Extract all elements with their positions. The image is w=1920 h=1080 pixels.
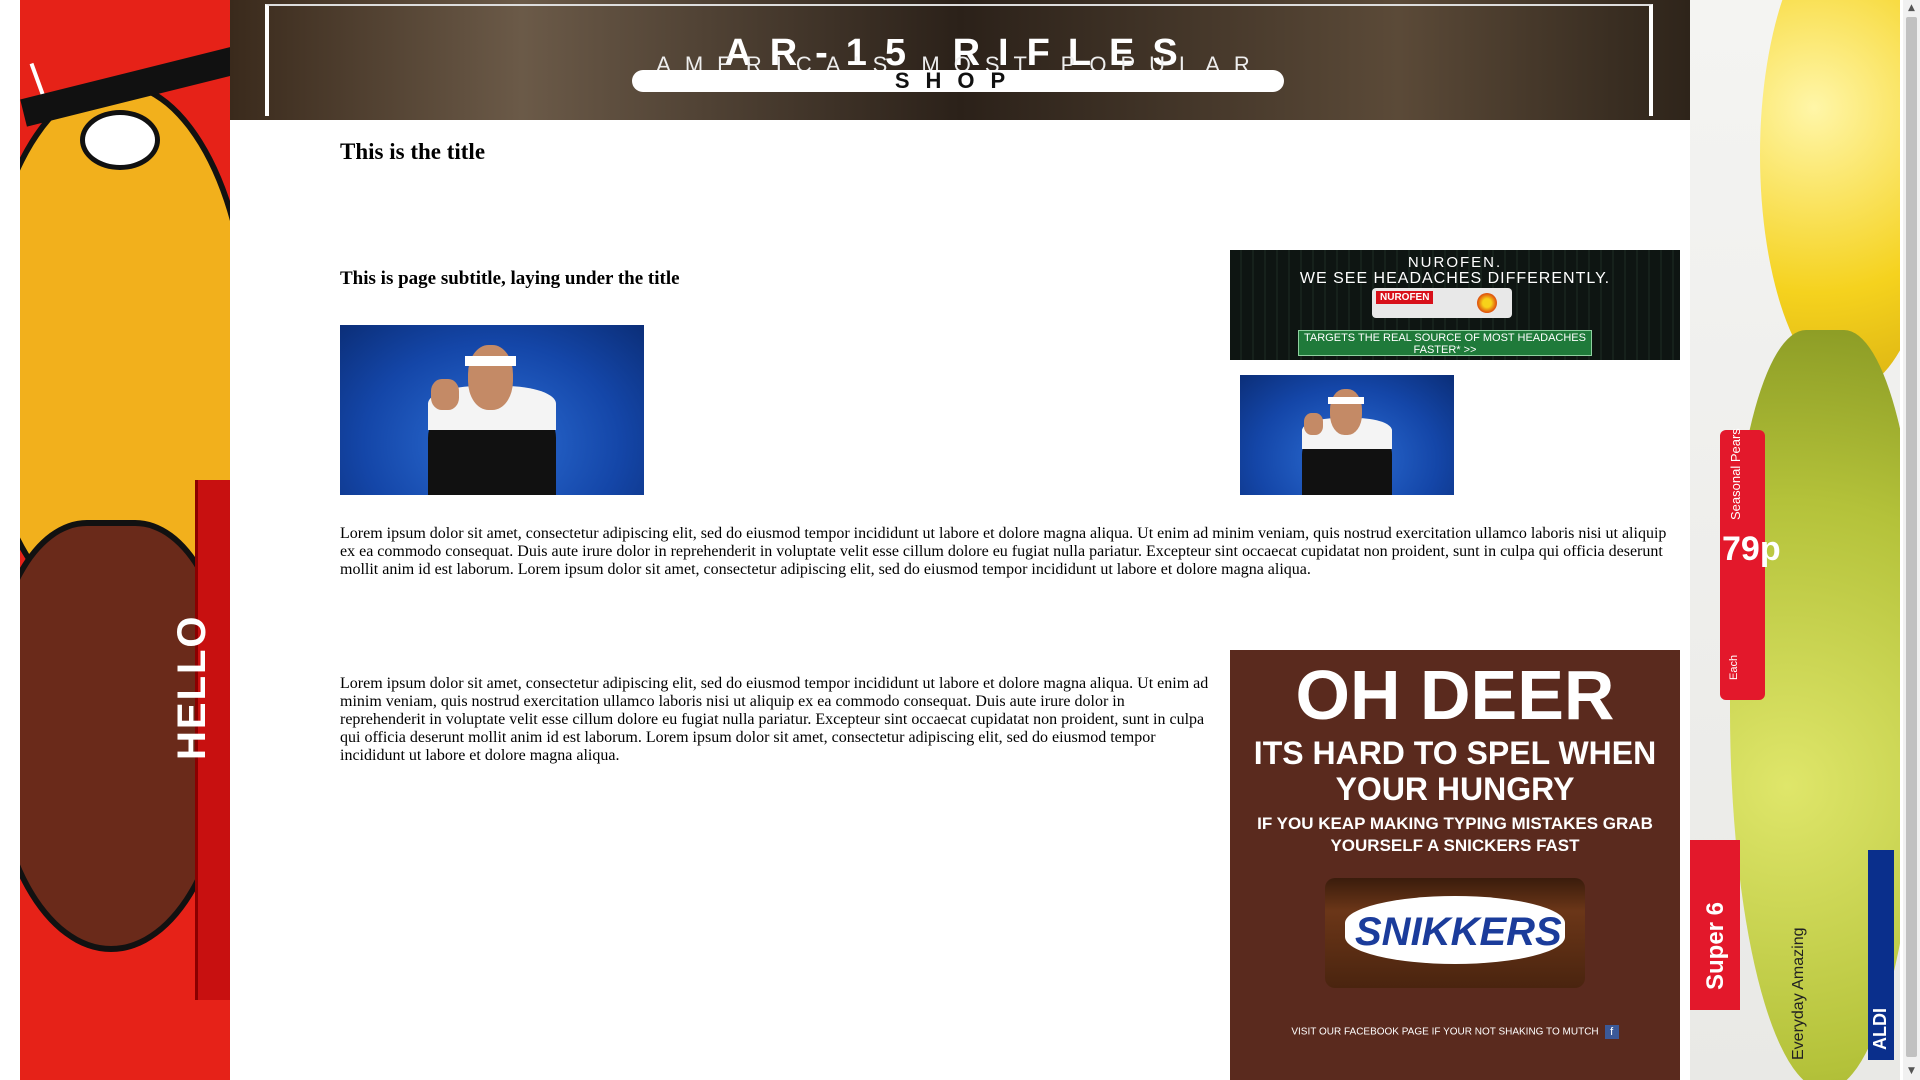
target-icon bbox=[1477, 293, 1497, 313]
nurofen-cta-button[interactable]: TARGETS THE REAL SOURCE OF MOST HEADACHE… bbox=[1298, 330, 1592, 356]
aldi-tagline: Everyday Amazing bbox=[1790, 927, 1807, 1060]
tennis-player-photo-small bbox=[1240, 375, 1454, 495]
snickers-ad[interactable]: OH DEER ITS HARD TO SPEL WHEN YOUR HUNGR… bbox=[1230, 650, 1680, 1080]
price-each: Each bbox=[1728, 654, 1740, 680]
scroll-up-arrow-icon[interactable]: ▲ bbox=[1903, 0, 1920, 17]
snickers-footer[interactable]: VISIT OUR FACEBOOK PAGE IF YOUR NOT SHAK… bbox=[1230, 1025, 1680, 1039]
nurofen-line1: NUROFEN. bbox=[1407, 254, 1503, 271]
scroll-down-arrow-icon[interactable]: ▼ bbox=[1903, 1063, 1920, 1080]
aldi-logo-text: ALDI bbox=[1870, 1008, 1890, 1050]
page-title: This is the title bbox=[340, 139, 486, 164]
nurofen-line2: WE SEE HEADACHES DIFFERENTLY. bbox=[1299, 270, 1611, 287]
aldi-logo: ALDI bbox=[1868, 850, 1894, 1060]
price-label: Seasonal Pears bbox=[1728, 428, 1743, 520]
nurofen-pack: NUROFEN bbox=[1372, 288, 1512, 318]
top-banner-ad[interactable]: AR-15 RIFLES AMERICA'S MOST POPULAR SHOP bbox=[230, 0, 1690, 120]
photo-figure-fist bbox=[1304, 413, 1324, 435]
banner-shop-button[interactable]: SHOP bbox=[632, 70, 1284, 92]
snickers-headline: OH DEER bbox=[1295, 656, 1615, 734]
vertical-scrollbar[interactable]: ▲ ▼ bbox=[1903, 0, 1920, 1080]
photo-figure-headband bbox=[1327, 396, 1365, 404]
candy-bar-illustration: SNIKKERS bbox=[1325, 878, 1585, 988]
facebook-icon[interactable]: f bbox=[1604, 1025, 1619, 1039]
page-subtitle: This is page subtitle, laying under the … bbox=[340, 268, 680, 289]
snickers-logo-text: SNIKKERS bbox=[1355, 910, 1562, 954]
cartoon-eye bbox=[80, 110, 160, 170]
photo-figure-headband bbox=[464, 355, 517, 366]
snickers-logo: SNIKKERS bbox=[1345, 896, 1565, 964]
super6-badge: Super 6 bbox=[1690, 840, 1740, 1010]
nurofen-ad[interactable]: NUROFEN. WE SEE HEADACHES DIFFERENTLY. N… bbox=[1230, 250, 1680, 360]
tennis-player-photo bbox=[340, 325, 644, 495]
left-ad-text: HELLO bbox=[170, 614, 214, 760]
left-skyscraper-ad[interactable]: HELLO bbox=[20, 0, 230, 1080]
right-skyscraper-ad[interactable]: Seasonal Pears 79p Each Super 6 Everyday… bbox=[1690, 0, 1900, 1080]
price-value: 79p bbox=[1722, 530, 1781, 568]
nurofen-brand: NUROFEN bbox=[1376, 291, 1434, 304]
snickers-footer-text: VISIT OUR FACEBOOK PAGE IF YOUR NOT SHAK… bbox=[1291, 1026, 1599, 1038]
body-paragraph: Lorem ipsum dolor sit amet, consectetur … bbox=[340, 525, 1667, 578]
body-paragraph: Lorem ipsum dolor sit amet, consectetur … bbox=[340, 675, 1209, 764]
scroll-thumb[interactable] bbox=[1906, 17, 1917, 1057]
snickers-line2: ITS HARD TO SPEL WHEN YOUR HUNGRY bbox=[1253, 735, 1657, 807]
photo-figure-fist bbox=[431, 379, 459, 410]
price-tag: Seasonal Pears 79p Each bbox=[1720, 428, 1781, 700]
snickers-line3: IF YOU KEAP MAKING TYPING MISTAKES GRAB … bbox=[1257, 814, 1653, 855]
super6-text: Super 6 bbox=[1702, 901, 1729, 990]
